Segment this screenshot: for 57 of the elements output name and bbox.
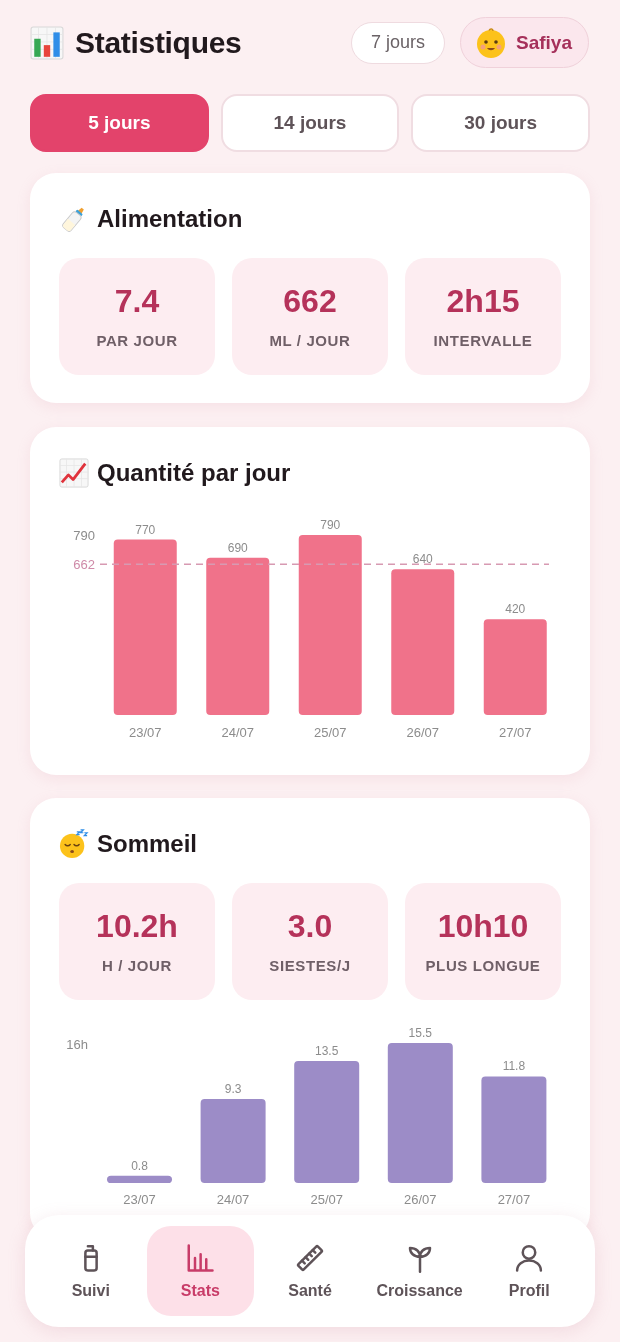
person-icon	[514, 1242, 545, 1273]
stat-label: PLUS LONGUE	[425, 956, 541, 974]
stat-label: SIESTES/J	[269, 956, 351, 974]
date-label: 24/07	[221, 725, 254, 740]
bar-value-label: 790	[320, 518, 341, 532]
stat-value: 7.4	[114, 284, 160, 320]
date-label: 23/07	[123, 1192, 156, 1207]
nav-tab[interactable]: Santé	[256, 1226, 364, 1316]
chart-side-label: 16h	[66, 1037, 88, 1052]
bar-value-label: 690	[227, 540, 248, 555]
reference-line-label: 662	[73, 557, 95, 573]
stat-value: 3.0	[287, 909, 333, 945]
page-title: Statistiques	[75, 25, 242, 60]
day-count-badge: 7 jours	[351, 21, 445, 64]
stat-label: PAR JOUR	[96, 331, 178, 349]
period-tab[interactable]: 14 jours	[220, 94, 400, 152]
nav-tab[interactable]: Stats	[146, 1226, 255, 1316]
line-chart-icon	[59, 458, 89, 488]
stat-label: H / JOUR	[102, 956, 172, 974]
chart-side-label: 790	[73, 528, 95, 543]
date-label: 25/07	[314, 725, 347, 740]
period-tab[interactable]: 5 jours	[30, 94, 209, 152]
date-label: 27/07	[499, 725, 532, 740]
baby-face-icon	[475, 26, 507, 59]
nav-tab[interactable]: Profil	[475, 1226, 583, 1316]
chart-bar	[107, 1175, 172, 1183]
stat-value: 10h10	[437, 909, 529, 945]
sleeping-face-icon	[59, 829, 89, 859]
stat-label: INTERVALLE	[433, 331, 533, 349]
date-label: 26/07	[406, 725, 439, 740]
date-label: 23/07	[129, 725, 162, 740]
bar-value-label: 9.3	[224, 1082, 242, 1096]
bar-value-label: 15.5	[408, 1026, 432, 1040]
bar-chart-icon	[185, 1242, 216, 1273]
card-title: Quantité par jour	[97, 459, 291, 487]
stat-value: 2h15	[446, 284, 520, 320]
bar-value-label: 0.8	[131, 1158, 148, 1173]
stat-value: 662	[283, 284, 337, 320]
ruler-icon	[295, 1242, 325, 1273]
date-label: 24/07	[216, 1192, 250, 1207]
date-label: 26/07	[404, 1192, 437, 1207]
card-title: Alimentation	[97, 205, 243, 233]
bar-value-label: 13.5	[315, 1044, 339, 1059]
bar-value-label: 11.8	[502, 1059, 526, 1074]
date-label: 25/07	[310, 1192, 343, 1207]
bar-chart-icon	[30, 25, 64, 60]
period-tab[interactable]: 30 jours	[411, 94, 590, 152]
date-label: 27/07	[497, 1192, 531, 1207]
stat-value: 10.2h	[96, 909, 178, 945]
bar-value-label: 770	[135, 522, 156, 537]
nav-tab[interactable]: Croissance	[365, 1226, 474, 1316]
nav-tab[interactable]: Suivi	[37, 1226, 145, 1316]
profile-button[interactable]: Safiya	[460, 17, 589, 68]
bar-value-label: 640	[412, 552, 433, 567]
card-title: Sommeil	[97, 830, 198, 858]
stat-label: ML / JOUR	[269, 331, 351, 349]
bar-value-label: 420	[505, 602, 526, 617]
